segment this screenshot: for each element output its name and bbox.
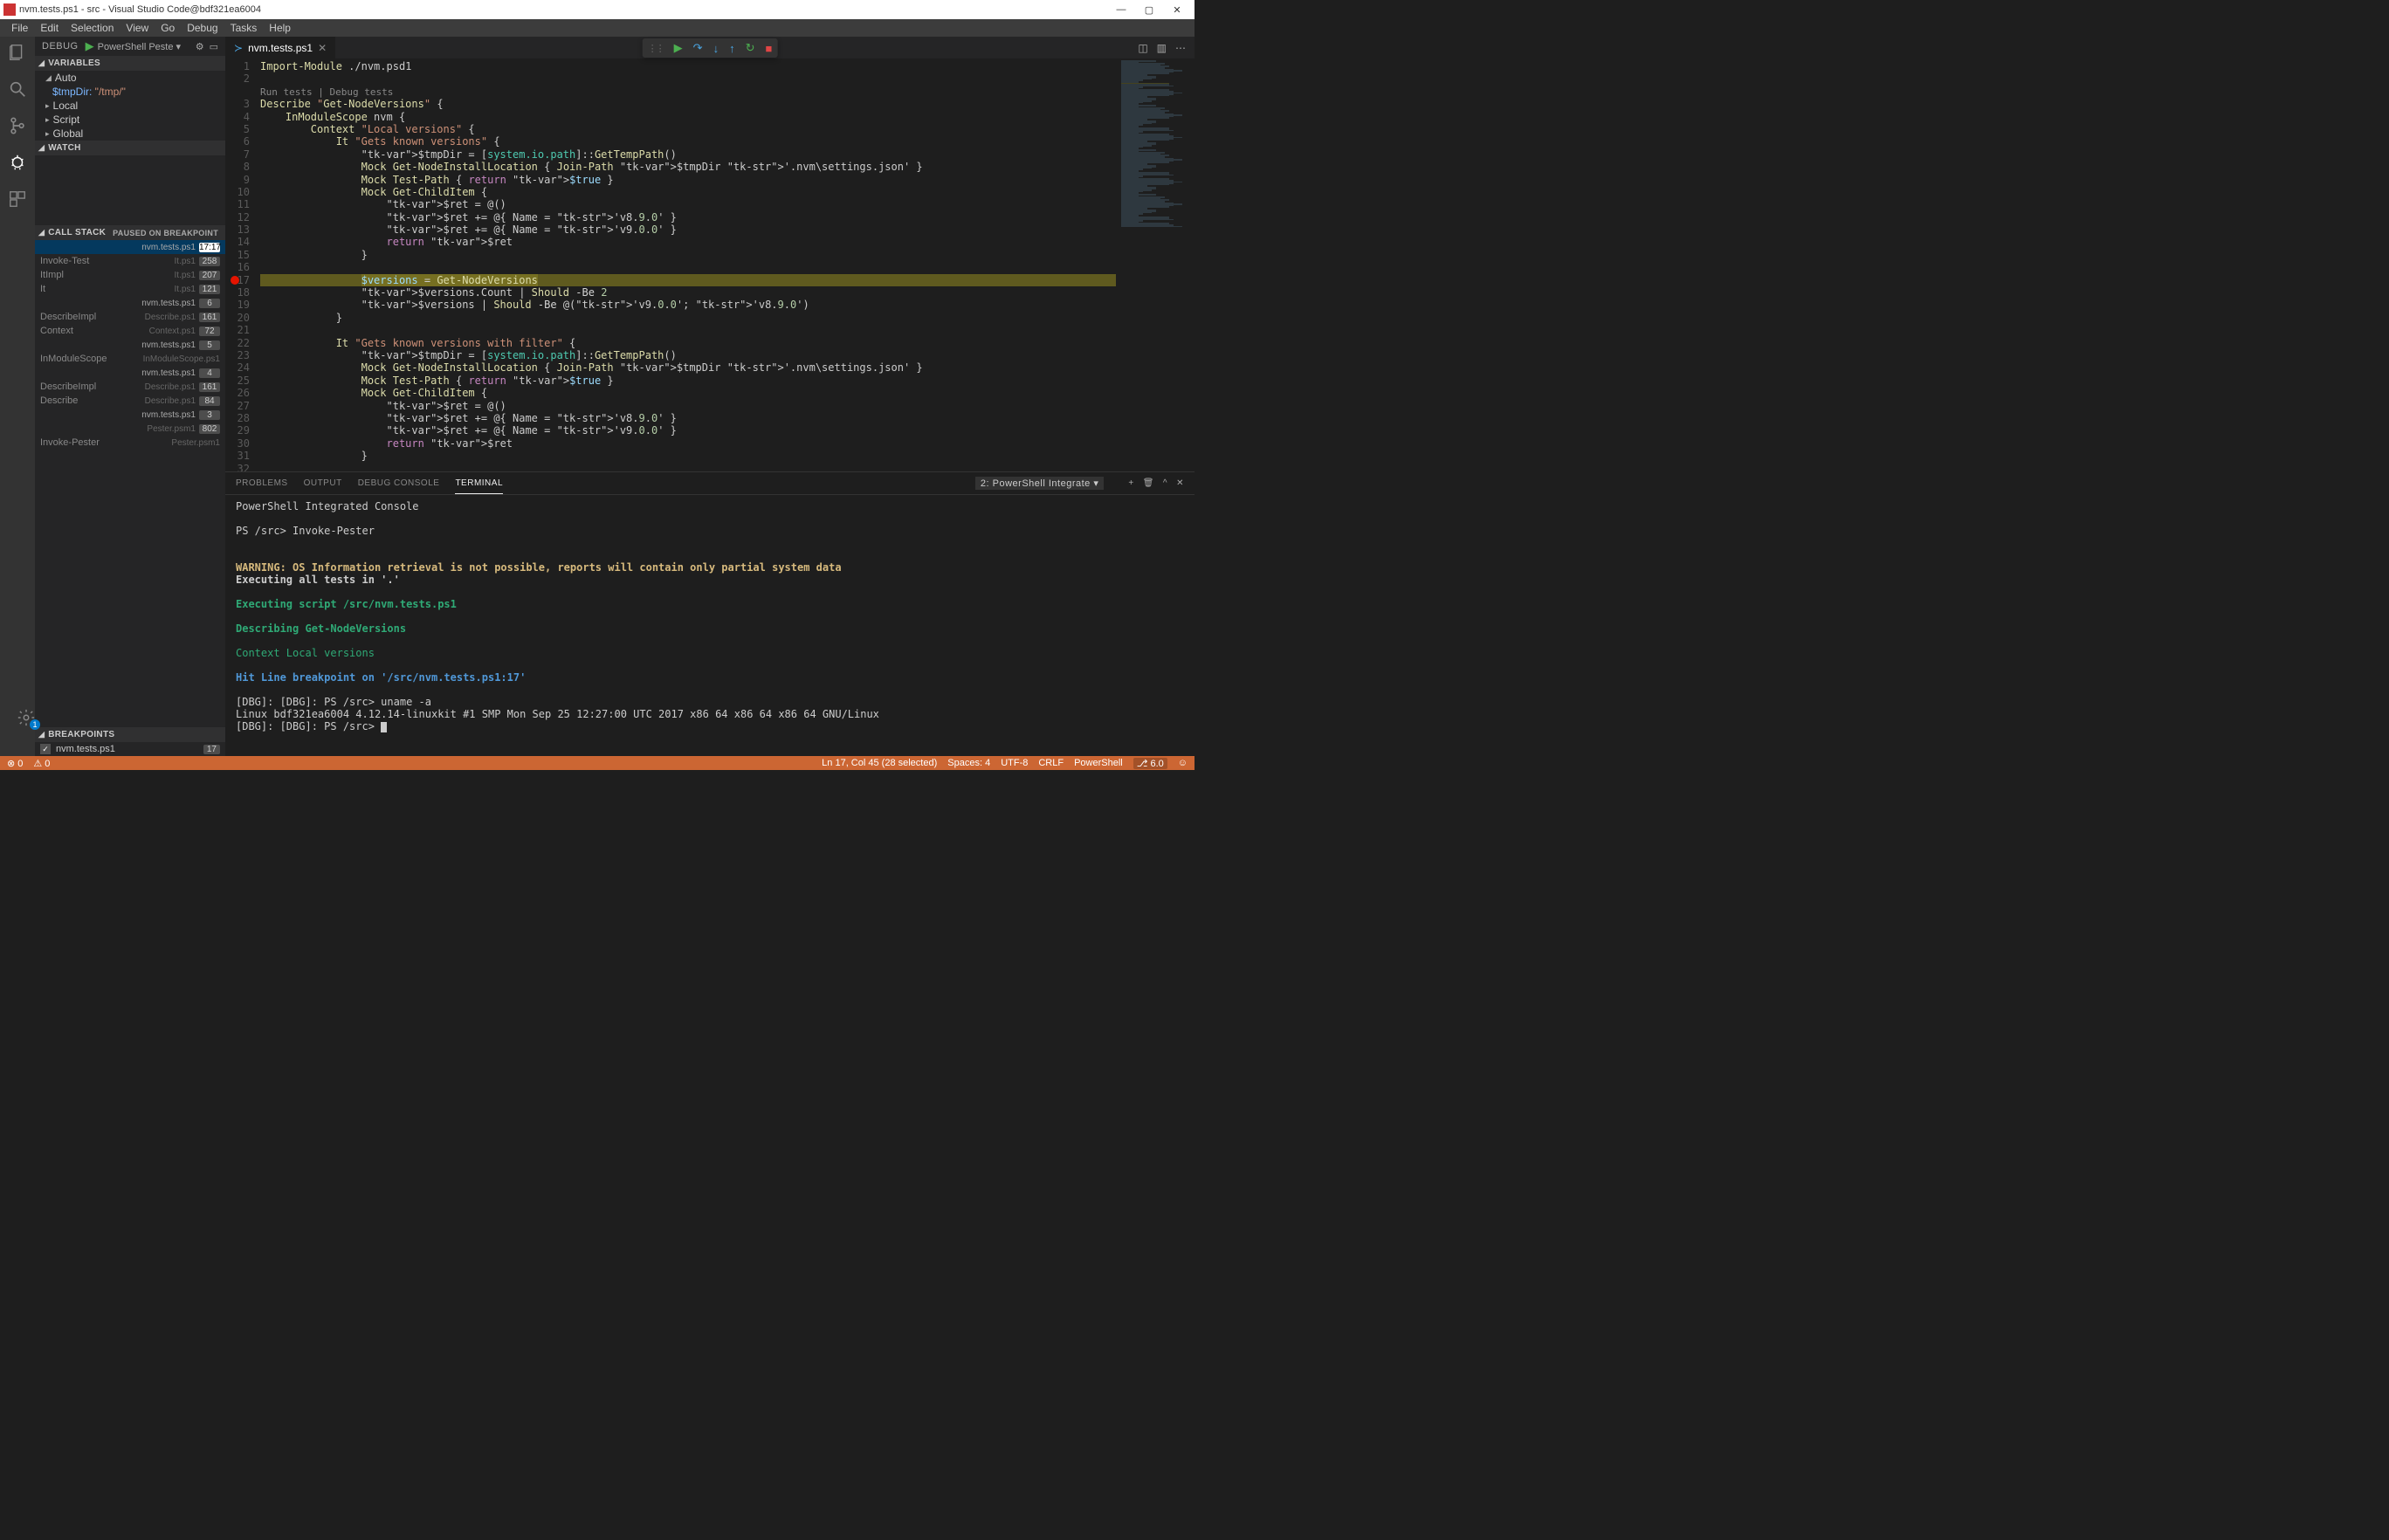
callstack-frame[interactable]: ContextContext.ps172 bbox=[35, 324, 225, 338]
callstack-frame[interactable]: nvm.tests.ps14 bbox=[35, 366, 225, 380]
callstack-frame[interactable]: DescribeImplDescribe.ps1161 bbox=[35, 310, 225, 324]
terminal-selector[interactable]: 2: PowerShell Integrate ▾ bbox=[975, 477, 1104, 490]
callstack-frame[interactable]: ItImplIt.ps1207 bbox=[35, 268, 225, 282]
variable-tmpdir[interactable]: $tmpDir: "/tmp/" bbox=[35, 85, 225, 99]
stop-button[interactable]: ■ bbox=[765, 42, 772, 55]
debug-label: DEBUG bbox=[42, 41, 79, 52]
terminal-cursor bbox=[381, 722, 387, 732]
callstack-section-header[interactable]: ◢CALL STACK PAUSED ON BREAKPOINT bbox=[35, 225, 225, 240]
source-control-icon[interactable] bbox=[7, 115, 28, 136]
callstack-frame[interactable]: Invoke-TestIt.ps1258 bbox=[35, 254, 225, 268]
breakpoints-section-header[interactable]: ◢BREAKPOINTS bbox=[35, 727, 225, 742]
close-panel-icon[interactable]: ✕ bbox=[1176, 478, 1184, 488]
menu-edit[interactable]: Edit bbox=[34, 22, 65, 34]
step-into-button[interactable]: ↓ bbox=[713, 42, 719, 55]
callstack-frame[interactable]: InModuleScopeInModuleScope.ps1 bbox=[35, 352, 225, 366]
menu-view[interactable]: View bbox=[120, 22, 155, 34]
bottom-panel: PROBLEMS OUTPUT DEBUG CONSOLE TERMINAL 2… bbox=[225, 471, 1194, 756]
menu-go[interactable]: Go bbox=[155, 22, 181, 34]
gear-badge: 1 bbox=[30, 719, 40, 730]
menu-debug[interactable]: Debug bbox=[181, 22, 224, 34]
settings-gear-icon[interactable]: 1 bbox=[16, 707, 37, 728]
panel-tab-debugconsole[interactable]: DEBUG CONSOLE bbox=[358, 478, 440, 488]
debug-config-selector[interactable]: PowerShell Peste ▾ bbox=[98, 41, 181, 52]
window-titlebar: nvm.tests.ps1 - src - Visual Studio Code… bbox=[0, 0, 1194, 19]
status-feedback[interactable]: ☺ bbox=[1178, 758, 1188, 768]
activity-bar: 1 bbox=[0, 37, 35, 756]
scope-local[interactable]: ▸Local bbox=[35, 99, 225, 113]
step-out-button[interactable]: ↑ bbox=[729, 42, 735, 55]
panel-tab-terminal[interactable]: TERMINAL bbox=[455, 478, 503, 494]
editor-area: ≻ nvm.tests.ps1 ✕ ◫ ▥ ⋯ ⋮⋮ ▶ ↷ ↓ ↑ ↻ ■ 1… bbox=[225, 37, 1194, 756]
status-language[interactable]: PowerShell bbox=[1074, 758, 1123, 768]
minimap[interactable] bbox=[1116, 58, 1194, 471]
status-lncol[interactable]: Ln 17, Col 45 (28 selected) bbox=[822, 758, 937, 768]
paused-status: PAUSED ON BREAKPOINT bbox=[113, 229, 222, 237]
terminal-content[interactable]: PowerShell Integrated Console PS /src> I… bbox=[225, 495, 1194, 756]
search-icon[interactable] bbox=[7, 79, 28, 100]
window-title: nvm.tests.ps1 - src - Visual Studio Code… bbox=[19, 4, 261, 15]
callstack-frame[interactable]: nvm.tests.ps15 bbox=[35, 338, 225, 352]
watch-section-header[interactable]: ◢WATCH bbox=[35, 141, 225, 155]
scope-auto[interactable]: ◢Auto bbox=[35, 71, 225, 85]
more-actions-icon[interactable]: ⋯ bbox=[1175, 42, 1186, 54]
restart-button[interactable]: ↻ bbox=[746, 41, 755, 55]
status-eol[interactable]: CRLF bbox=[1038, 758, 1064, 768]
split-editor-icon[interactable]: ◫ bbox=[1138, 42, 1147, 54]
debug-sidebar: DEBUG ▶ PowerShell Peste ▾ ⚙ ▭ ◢VARIABLE… bbox=[35, 37, 225, 756]
menu-tasks[interactable]: Tasks bbox=[224, 22, 264, 34]
line-number-gutter[interactable]: 1234567891011121314151617181920212223242… bbox=[225, 58, 260, 471]
callstack-frame[interactable]: Invoke-PesterPester.psm1 bbox=[35, 436, 225, 450]
start-debug-icon[interactable]: ▶ bbox=[86, 39, 94, 53]
minimize-button[interactable]: — bbox=[1107, 4, 1135, 15]
scope-global[interactable]: ▸Global bbox=[35, 127, 225, 141]
extensions-icon[interactable] bbox=[7, 189, 28, 210]
explorer-icon[interactable] bbox=[7, 42, 28, 63]
panel-tab-problems[interactable]: PROBLEMS bbox=[236, 478, 288, 488]
status-encoding[interactable]: UTF-8 bbox=[1001, 758, 1028, 768]
variables-section-header[interactable]: ◢VARIABLES bbox=[35, 56, 225, 71]
close-window-button[interactable]: ✕ bbox=[1163, 4, 1191, 16]
app-icon bbox=[3, 3, 16, 16]
callstack-frame[interactable]: nvm.tests.ps117:17 bbox=[35, 240, 225, 254]
tab-nvm-tests[interactable]: ≻ nvm.tests.ps1 ✕ bbox=[225, 37, 336, 58]
grip-icon[interactable]: ⋮⋮ bbox=[648, 43, 664, 54]
callstack-frame[interactable]: nvm.tests.ps16 bbox=[35, 296, 225, 310]
maximize-panel-icon[interactable]: ^ bbox=[1163, 478, 1167, 488]
callstack-frame[interactable]: DescribeDescribe.ps184 bbox=[35, 394, 225, 408]
menu-selection[interactable]: Selection bbox=[65, 22, 120, 34]
menu-file[interactable]: File bbox=[5, 22, 34, 34]
status-warnings[interactable]: ⚠ 0 bbox=[33, 758, 50, 769]
toggle-layout-icon[interactable]: ▥ bbox=[1157, 42, 1167, 54]
callstack-frame[interactable]: DescribeImplDescribe.ps1161 bbox=[35, 380, 225, 394]
menu-help[interactable]: Help bbox=[263, 22, 297, 34]
powershell-file-icon: ≻ bbox=[234, 42, 243, 54]
debug-toolbar[interactable]: ⋮⋮ ▶ ↷ ↓ ↑ ↻ ■ bbox=[643, 38, 778, 58]
status-spaces[interactable]: Spaces: 4 bbox=[947, 758, 990, 768]
debug-settings-icon[interactable]: ⚙ bbox=[196, 41, 204, 52]
debug-console-icon[interactable]: ▭ bbox=[210, 41, 218, 52]
scope-script[interactable]: ▸Script bbox=[35, 113, 225, 127]
close-tab-icon[interactable]: ✕ bbox=[318, 42, 327, 54]
panel-tab-output[interactable]: OUTPUT bbox=[304, 478, 342, 488]
breakpoint-item[interactable]: ✓nvm.tests.ps117 bbox=[35, 742, 225, 756]
kill-terminal-icon[interactable]: 🗑 bbox=[1143, 478, 1154, 488]
maximize-button[interactable]: ▢ bbox=[1135, 4, 1163, 16]
new-terminal-icon[interactable]: + bbox=[1128, 478, 1133, 488]
step-over-button[interactable]: ↷ bbox=[693, 41, 703, 55]
menubar: File Edit Selection View Go Debug Tasks … bbox=[0, 19, 1194, 37]
callstack-frame[interactable]: nvm.tests.ps13 bbox=[35, 408, 225, 422]
callstack-frame[interactable]: ItIt.ps1121 bbox=[35, 282, 225, 296]
callstack-frame[interactable]: Pester.psm1802 bbox=[35, 422, 225, 436]
status-bar: ⊗ 0 ⚠ 0 Ln 17, Col 45 (28 selected) Spac… bbox=[0, 756, 1194, 770]
debug-icon[interactable] bbox=[7, 152, 28, 173]
continue-button[interactable]: ▶ bbox=[674, 41, 683, 55]
status-errors[interactable]: ⊗ 0 bbox=[7, 758, 23, 769]
status-git[interactable]: ⎇ 6.0 bbox=[1133, 758, 1167, 769]
code-editor[interactable]: Import-Module ./nvm.psd1 Run tests | Deb… bbox=[260, 58, 1116, 471]
